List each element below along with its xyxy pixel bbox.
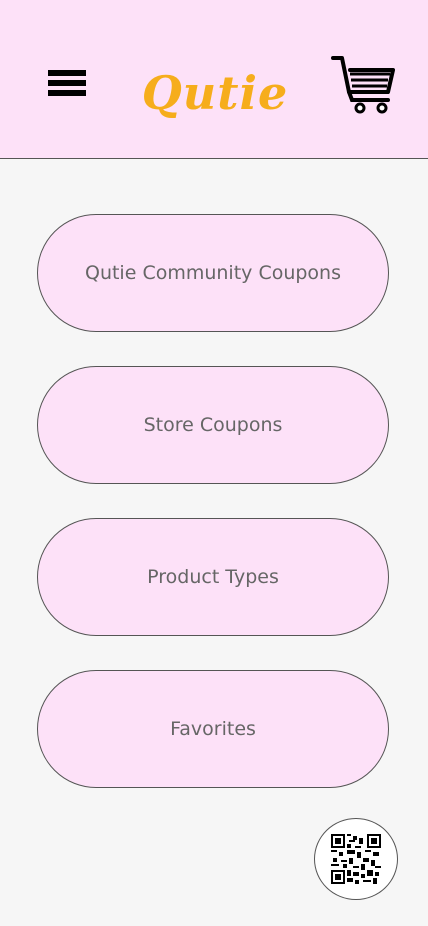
shopping-cart-icon: [331, 56, 395, 114]
product-types-button[interactable]: Product Types: [37, 518, 389, 636]
community-coupons-button[interactable]: Qutie Community Coupons: [37, 214, 389, 332]
qr-code-icon: [331, 834, 381, 884]
app-header: Qutie: [0, 0, 428, 159]
qr-scan-button[interactable]: [314, 818, 398, 900]
hamburger-menu-icon: [48, 70, 86, 96]
store-coupons-button[interactable]: Store Coupons: [37, 366, 389, 484]
favorites-button[interactable]: Favorites: [37, 670, 389, 788]
menu-button[interactable]: [46, 66, 88, 102]
brand-logo[interactable]: Qutie: [140, 58, 290, 128]
cart-button[interactable]: [330, 52, 398, 116]
